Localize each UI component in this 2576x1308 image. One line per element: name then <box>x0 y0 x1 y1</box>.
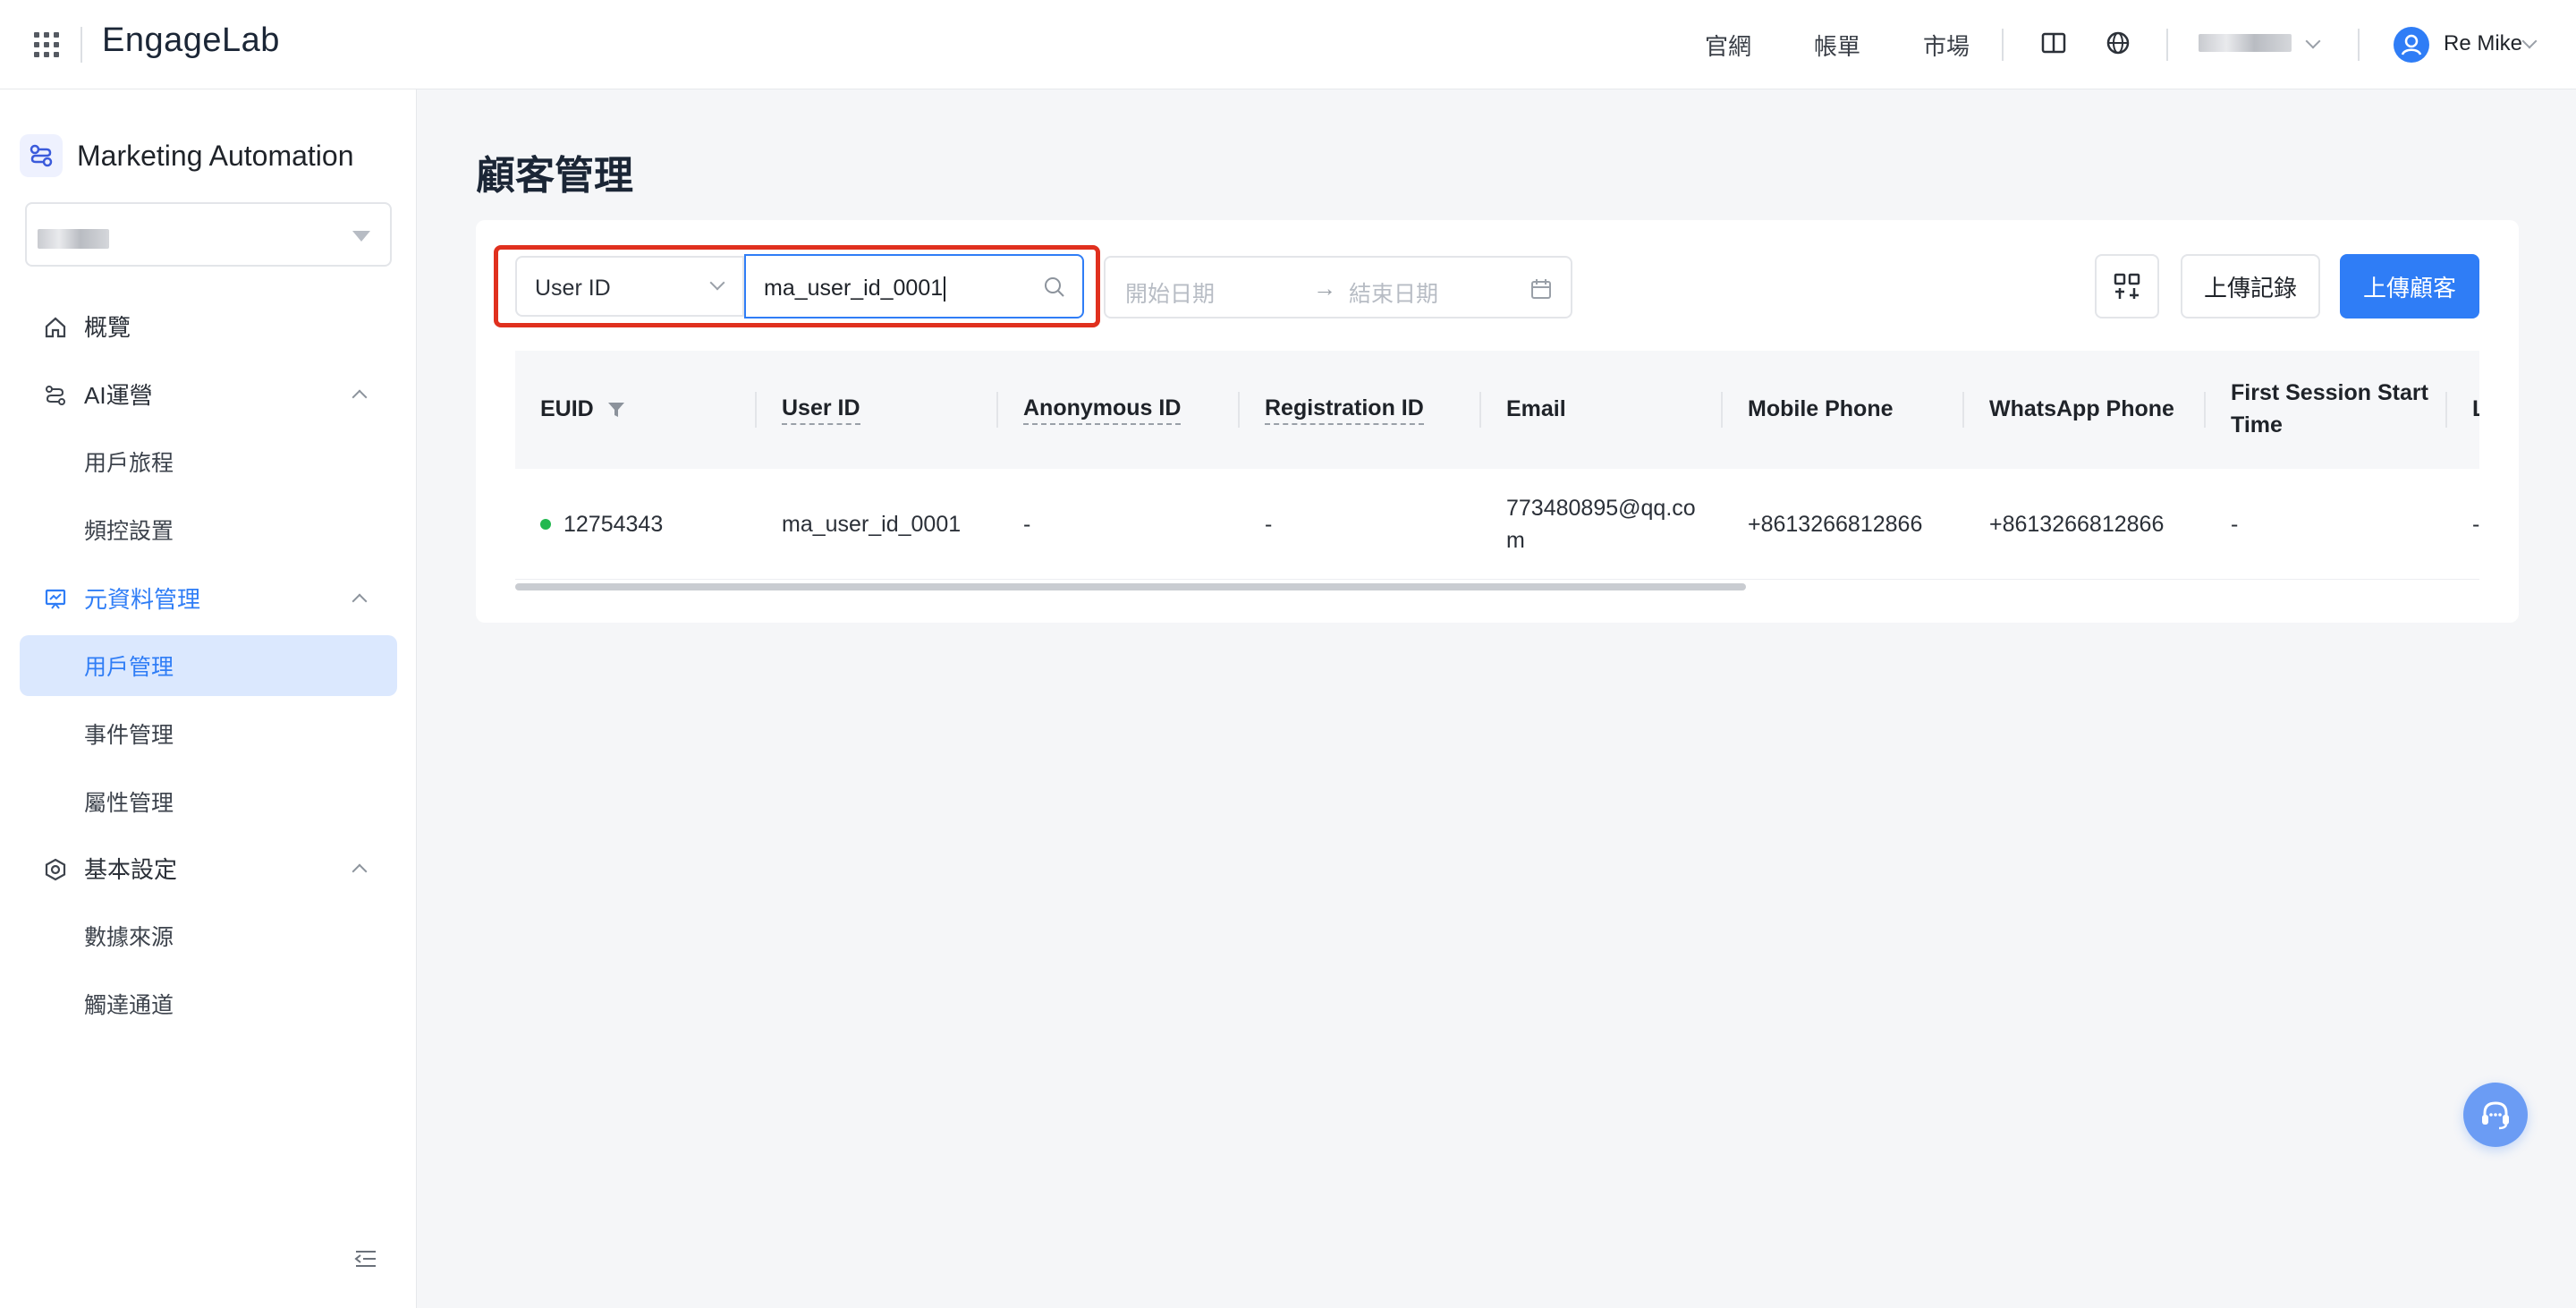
flow-icon <box>46 386 65 405</box>
table-row[interactable]: 12754343 ma_user_id_0001 - - 773480895@q… <box>515 469 2479 580</box>
cell-first-session: - <box>2231 512 2239 537</box>
divider <box>80 27 82 63</box>
status-dot <box>540 519 551 530</box>
search-field-select[interactable]: User ID <box>515 256 744 317</box>
sidebar-item-data-source[interactable]: 數據來源 <box>0 905 417 966</box>
product-name: Marketing Automation <box>77 139 354 172</box>
nav-official-site[interactable]: 官網 <box>1705 29 1751 62</box>
settings-hexagon-icon <box>45 858 66 881</box>
sidebar: Marketing Automation 概覽 AI運營 用戶旅程 頻控設置 元… <box>0 89 417 1308</box>
sidebar-group-ai-ops[interactable]: AI運營 <box>0 363 417 424</box>
product-header: Marketing Automation <box>20 134 354 177</box>
chevron-up-icon <box>352 863 368 879</box>
column-settings-icon <box>2114 273 2140 299</box>
sidebar-group-metadata[interactable]: 元資料管理 <box>0 567 417 628</box>
start-date-input[interactable]: 開始日期 <box>1125 276 1215 309</box>
top-bar: EngageLab 官網 帳單 市場 Re Mike <box>0 0 2576 89</box>
cell-anonymous-id: - <box>1023 512 1031 537</box>
sidebar-group-basic-settings[interactable]: 基本設定 <box>0 837 417 898</box>
nav-billing[interactable]: 帳單 <box>1814 29 1860 62</box>
date-range-picker[interactable]: 開始日期 → 結束日期 <box>1104 256 1572 319</box>
sidebar-item-label: 元資料管理 <box>84 585 201 613</box>
date-range-arrow: → <box>1313 275 1336 302</box>
sidebar-item-label: 觸達通道 <box>84 993 174 1018</box>
page-title: 顧客管理 <box>476 154 633 198</box>
engagelab-logo[interactable]: EngageLab <box>102 21 280 60</box>
sidebar-item-frequency[interactable]: 頻控設置 <box>0 499 417 560</box>
caret-down-icon <box>352 231 370 242</box>
horizontal-scrollbar[interactable] <box>515 583 1746 590</box>
table-header: EUID User ID Anonymous ID Registration I… <box>515 351 2479 469</box>
org-switcher[interactable] <box>2199 34 2292 52</box>
divider <box>2358 29 2360 61</box>
app-name-redacted <box>38 229 109 249</box>
sidebar-item-label: 屬性管理 <box>84 791 174 816</box>
column-header-anonymous-id[interactable]: Anonymous ID <box>1023 351 1182 469</box>
chevron-down-icon <box>2521 33 2538 49</box>
collapse-sidebar-icon[interactable] <box>354 1249 377 1269</box>
chevron-down-icon <box>2305 33 2321 49</box>
search-input-value: ma_user_id_0001 <box>764 276 945 302</box>
column-header-user-id[interactable]: User ID <box>782 351 860 469</box>
search-icon[interactable] <box>1043 276 1066 299</box>
sidebar-item-label: 事件管理 <box>84 723 174 748</box>
column-header-whatsapp-phone[interactable]: WhatsApp Phone <box>1989 351 2174 469</box>
column-header-last[interactable]: L <box>2472 351 2479 469</box>
sidebar-item-user-journey[interactable]: 用戶旅程 <box>0 431 417 492</box>
column-header-registration-id[interactable]: Registration ID <box>1265 351 1424 469</box>
sidebar-item-user-management[interactable]: 用戶管理 <box>20 635 397 696</box>
chevron-up-icon <box>352 389 368 405</box>
cell-last: - <box>2472 512 2479 537</box>
apps-grid-icon[interactable] <box>34 32 59 57</box>
upload-records-button[interactable]: 上傳記錄 <box>2181 254 2320 319</box>
chart-board-icon <box>45 589 66 609</box>
divider <box>2002 29 2004 61</box>
nav-market[interactable]: 市場 <box>1923 29 1970 62</box>
cell-whatsapp-phone: +8613266812866 <box>1989 512 2165 537</box>
chevron-up-icon <box>352 593 368 609</box>
end-date-input[interactable]: 結束日期 <box>1349 276 1438 309</box>
column-header-first-session[interactable]: First Session Start Time <box>2231 351 2454 469</box>
sidebar-item-event-management[interactable]: 事件管理 <box>0 703 417 764</box>
customer-table: EUID User ID Anonymous ID Registration I… <box>515 351 2479 589</box>
support-button[interactable] <box>2463 1083 2528 1147</box>
calendar-icon <box>1531 279 1551 299</box>
cell-user-id: ma_user_id_0001 <box>782 512 962 537</box>
sidebar-item-overview[interactable]: 概覽 <box>0 295 417 356</box>
app-selector[interactable] <box>25 202 392 267</box>
sidebar-item-label: 頻控設置 <box>84 519 174 544</box>
search-input[interactable]: ma_user_id_0001 <box>744 254 1084 319</box>
sidebar-item-label: 概覽 <box>84 313 131 341</box>
column-header-euid[interactable]: EUID <box>540 351 626 469</box>
sidebar-item-label: 基本設定 <box>84 855 178 883</box>
user-avatar[interactable] <box>2394 27 2429 63</box>
cell-mobile-phone: +8613266812866 <box>1748 512 1923 537</box>
cell-email: 773480895@qq.com <box>1506 496 1696 553</box>
column-settings-button[interactable] <box>2095 254 2159 319</box>
cell-euid: 12754343 <box>540 469 663 580</box>
sidebar-item-label: AI運營 <box>84 381 153 409</box>
user-icon <box>2401 34 2422 55</box>
home-icon <box>45 317 66 338</box>
marketing-automation-icon <box>20 134 63 177</box>
user-name[interactable]: Re Mike <box>2444 31 2522 56</box>
column-header-mobile-phone[interactable]: Mobile Phone <box>1748 351 1894 469</box>
search-field-value: User ID <box>535 276 611 301</box>
chevron-down-icon <box>709 275 725 291</box>
sidebar-item-label: 用戶旅程 <box>84 451 174 476</box>
cell-registration-id: - <box>1265 512 1273 537</box>
column-header-email[interactable]: Email <box>1506 351 1566 469</box>
divider <box>2166 29 2168 61</box>
docs-book-icon[interactable] <box>2038 27 2070 59</box>
filter-icon[interactable] <box>606 400 626 420</box>
upload-customers-button[interactable]: 上傳顧客 <box>2340 254 2479 319</box>
headset-icon <box>2482 1101 2509 1130</box>
sidebar-item-label: 用戶管理 <box>84 655 174 680</box>
sidebar-item-channels[interactable]: 觸達通道 <box>0 973 417 1034</box>
globe-language-icon[interactable] <box>2102 27 2134 59</box>
sidebar-item-label: 數據來源 <box>84 925 174 950</box>
sidebar-item-attribute-management[interactable]: 屬性管理 <box>0 771 417 832</box>
